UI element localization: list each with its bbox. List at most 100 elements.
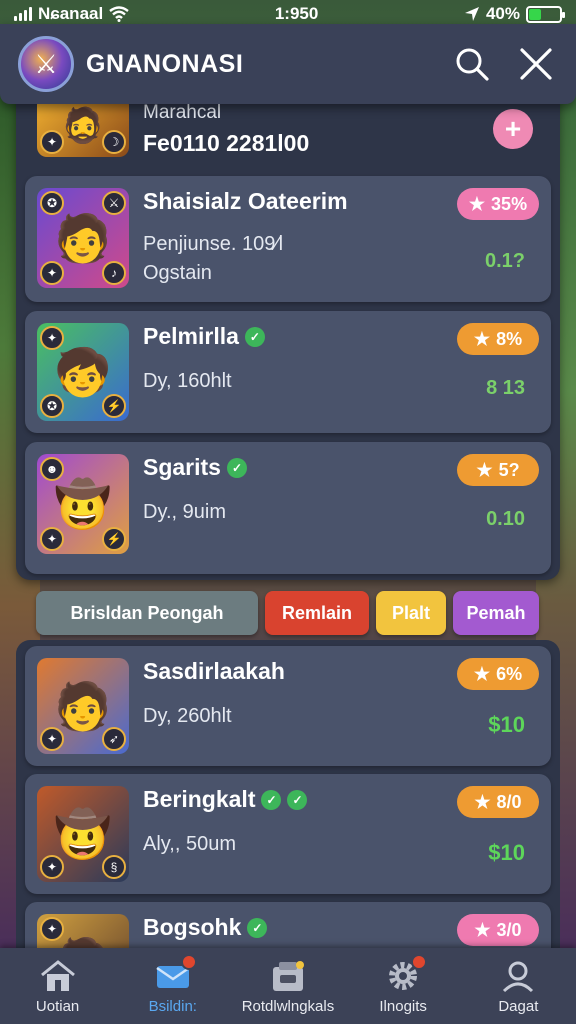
skill-icon: ✦	[40, 917, 64, 941]
skill-icon: ➶	[102, 727, 126, 751]
user-icon	[503, 961, 534, 993]
game-thumbnail: 🤠 ☻ ✦ ⚡	[37, 454, 129, 554]
tab-store[interactable]: Rotdlwlngkals	[233, 958, 343, 1015]
game-name: Beringkalt ✓ ✓	[143, 786, 453, 813]
app-logo: ⚔	[18, 36, 74, 92]
rating-badge: ★ 5?	[457, 454, 539, 486]
game-name: Shaisialz Oateerim	[143, 188, 348, 214]
verified-icon: ✓	[261, 789, 282, 810]
game-thumbnail: 🧑 ✦ ➶	[37, 658, 129, 754]
game-name: Bogsohk ✓	[143, 914, 453, 941]
price: $10	[488, 712, 525, 737]
skill-icon: ✪	[40, 394, 64, 418]
star-icon: ★	[474, 791, 491, 812]
star-icon: ★	[474, 919, 491, 940]
game-card[interactable]: 🤠 ✦ § Beringkalt ✓ ✓ Aly,, 50um ★ 8/0 $10	[25, 774, 551, 894]
skill-icon: §	[102, 855, 126, 879]
filter-chip-purple[interactable]: Pemah	[453, 591, 539, 635]
plus-icon: +	[504, 113, 522, 144]
game-detail: Dy, 260hlt	[143, 705, 232, 727]
tab-label: Rotdlwlngkals	[241, 998, 335, 1015]
game-card[interactable]: 🧑 ✪ ⚔ ✦ ♪ Shaisialz Oateerim Penjiunse. …	[25, 176, 551, 302]
price: 8 13	[486, 377, 525, 399]
game-detail: Aly,, 50um	[143, 833, 236, 855]
location-arrow-icon	[464, 7, 479, 21]
filter-chip-yellow[interactable]: Plalt	[376, 591, 446, 635]
game-name: Sgarits ✓	[143, 454, 453, 481]
verified-icon: ✓	[247, 917, 268, 938]
game-detail-2: Ogstain	[143, 262, 212, 284]
tab-label: Ilnogits	[379, 998, 427, 1015]
battery-icon	[526, 5, 565, 23]
close-icon	[520, 48, 552, 80]
star-icon: ★	[473, 328, 491, 349]
close-button[interactable]	[514, 42, 558, 86]
status-bar: Nɕanaal 1:950 40%	[0, 0, 576, 28]
tab-label: Dagat	[498, 998, 539, 1015]
tab-profile[interactable]: Dagat	[463, 958, 573, 1015]
bottom-tab-bar: Uotian Bsildin: Rotdlwlngkals Ilnogits D…	[0, 948, 576, 1024]
filter-chip-red[interactable]: Remlain	[265, 591, 369, 635]
rating-badge: ★ 8/0	[457, 786, 539, 818]
skill-icon: ✦	[40, 855, 64, 879]
skill-icon: ☻	[40, 457, 64, 481]
skill-icon: ♪	[102, 261, 126, 285]
skill-icon: ✦	[40, 527, 64, 551]
tab-label: Bsildin:	[148, 998, 197, 1015]
search-button[interactable]	[450, 42, 494, 86]
star-icon: ★	[468, 193, 486, 214]
price: 0.10	[486, 508, 525, 530]
tab-label: Uotian	[35, 998, 80, 1015]
price: 0.1?	[484, 250, 525, 272]
game-thumbnail: 🤠 ✦ §	[37, 786, 129, 882]
rating-badge: ★ 6%	[457, 658, 539, 690]
skill-icon: ✦	[40, 261, 64, 285]
filter-chip-all[interactable]: Brisldan Peongah	[36, 591, 258, 635]
search-icon	[456, 48, 489, 81]
carrier-name: Nɕanaal	[38, 4, 104, 23]
skill-icon: ⚡	[102, 527, 126, 551]
star-icon: ★	[473, 663, 491, 684]
game-card[interactable]: 🧑 ✦ ➶ Sasdirlaakah Dy, 260hlt ★ 6% $10	[25, 646, 551, 766]
game-detail: Dy., 9uim	[143, 501, 226, 523]
tab-settings[interactable]: Ilnogits	[348, 954, 458, 1015]
clock: 1:950	[274, 4, 319, 23]
notification-dot	[180, 954, 197, 970]
game-thumbnail: 🧔 ✦	[37, 914, 129, 950]
skill-icon: ☽	[102, 130, 126, 154]
tab-home[interactable]: Uotian	[3, 958, 113, 1015]
battery-percent: 40%	[485, 4, 520, 23]
wifi-icon	[109, 6, 129, 22]
item-title: Fe0110 2281l00	[143, 129, 310, 156]
skill-icon: ✦	[40, 727, 64, 751]
rating-badge: ★ 8%	[457, 323, 539, 355]
tab-messages[interactable]: Bsildin:	[118, 954, 228, 1015]
game-thumbnail: 🧑 ✪ ⚔ ✦ ♪	[37, 188, 129, 288]
verified-icon: ✓	[226, 457, 247, 478]
rating-badge: ★ 35%	[457, 188, 539, 220]
game-detail: Penjiunse. 109∕l	[143, 233, 284, 255]
signal-icon	[14, 7, 32, 21]
app-title: GNANONASI	[86, 49, 244, 78]
game-thumbnail: 🧒 ✦ ✪ ⚡	[37, 323, 129, 421]
game-name: Pelmirlla ✓	[143, 323, 453, 350]
skill-icon: ✦	[40, 326, 64, 350]
skill-icon: ✦	[40, 130, 64, 154]
price: $10	[488, 840, 525, 865]
add-button[interactable]: +	[493, 109, 533, 149]
sword-icon: ⚔	[102, 191, 126, 215]
game-card[interactable]: 🧔 ✦ Bogsohk ✓ ★3/0	[25, 902, 551, 950]
home-icon	[40, 960, 75, 991]
skill-icon: ⚡	[102, 394, 126, 418]
game-name: Sasdirlaakah	[143, 658, 285, 684]
game-thumbnail: 🧔 ✦ ☽	[37, 95, 129, 157]
game-card[interactable]: 🤠 ☻ ✦ ⚡ Sgarits ✓ Dy., 9uim ★ 5? 0.10	[25, 442, 551, 574]
notification-dot	[411, 954, 428, 970]
filter-bar: Brisldan Peongah Remlain Plalt Pemah	[36, 591, 540, 635]
game-list-secondary: 🧑 ✦ ➶ Sasdirlaakah Dy, 260hlt ★ 6% $10 🤠 …	[16, 640, 560, 950]
rating-badge: ★ 3/0	[457, 914, 539, 946]
store-icon	[272, 961, 304, 991]
game-card[interactable]: 🧒 ✦ ✪ ⚡ Pelmirlla ✓ Dy, 160hlt ★ 8% 8 13	[25, 311, 551, 433]
app-header: ⚔ GNANONASI	[0, 24, 576, 104]
item-subtitle: Marahcal	[143, 101, 222, 123]
